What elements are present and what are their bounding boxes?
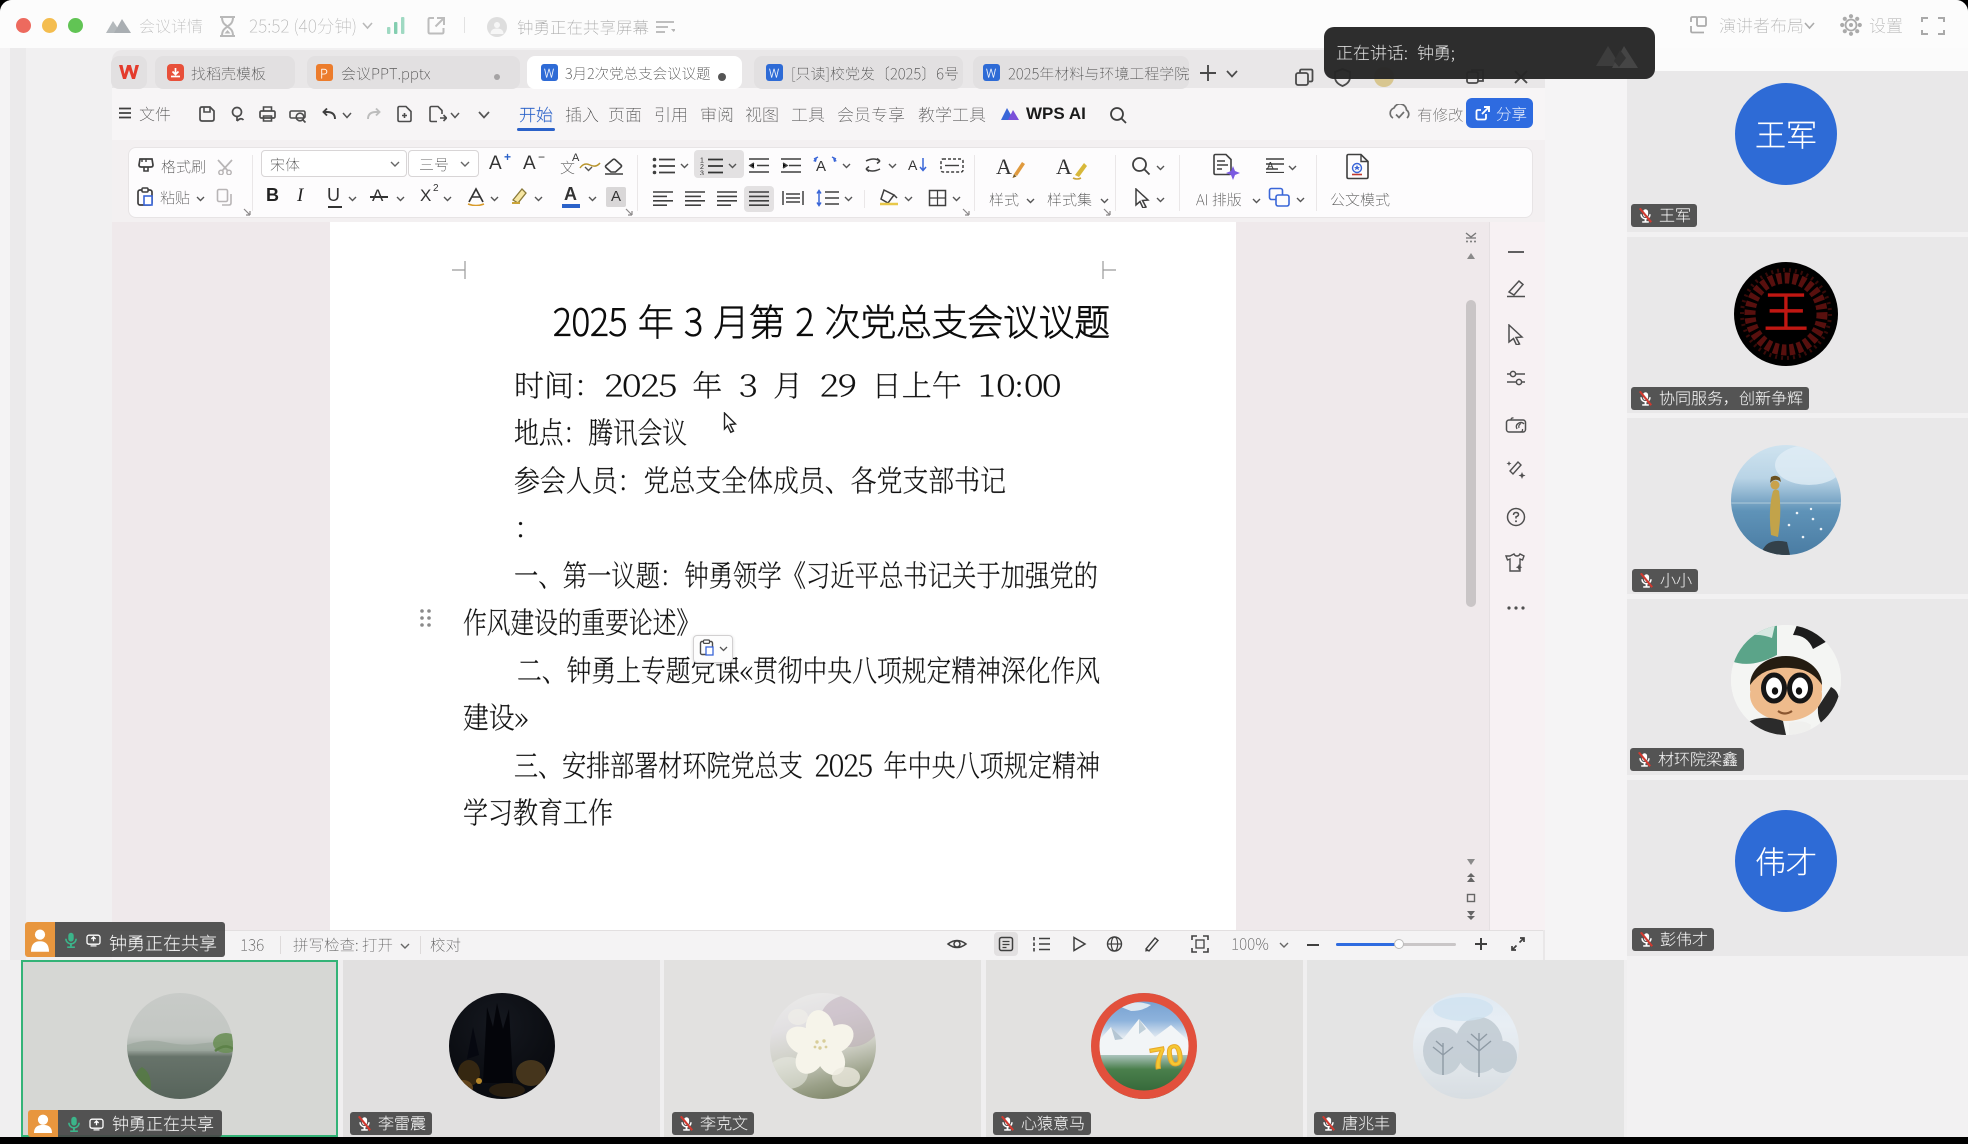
svg-text:A: A <box>1267 161 1274 172</box>
svg-text:A: A <box>816 158 826 175</box>
svg-text:A: A <box>908 157 918 173</box>
svg-text:A: A <box>1056 154 1072 179</box>
svg-text:3: 3 <box>700 171 704 176</box>
svg-text:70: 70 <box>1147 1038 1186 1076</box>
svg-text:A: A <box>996 154 1012 179</box>
